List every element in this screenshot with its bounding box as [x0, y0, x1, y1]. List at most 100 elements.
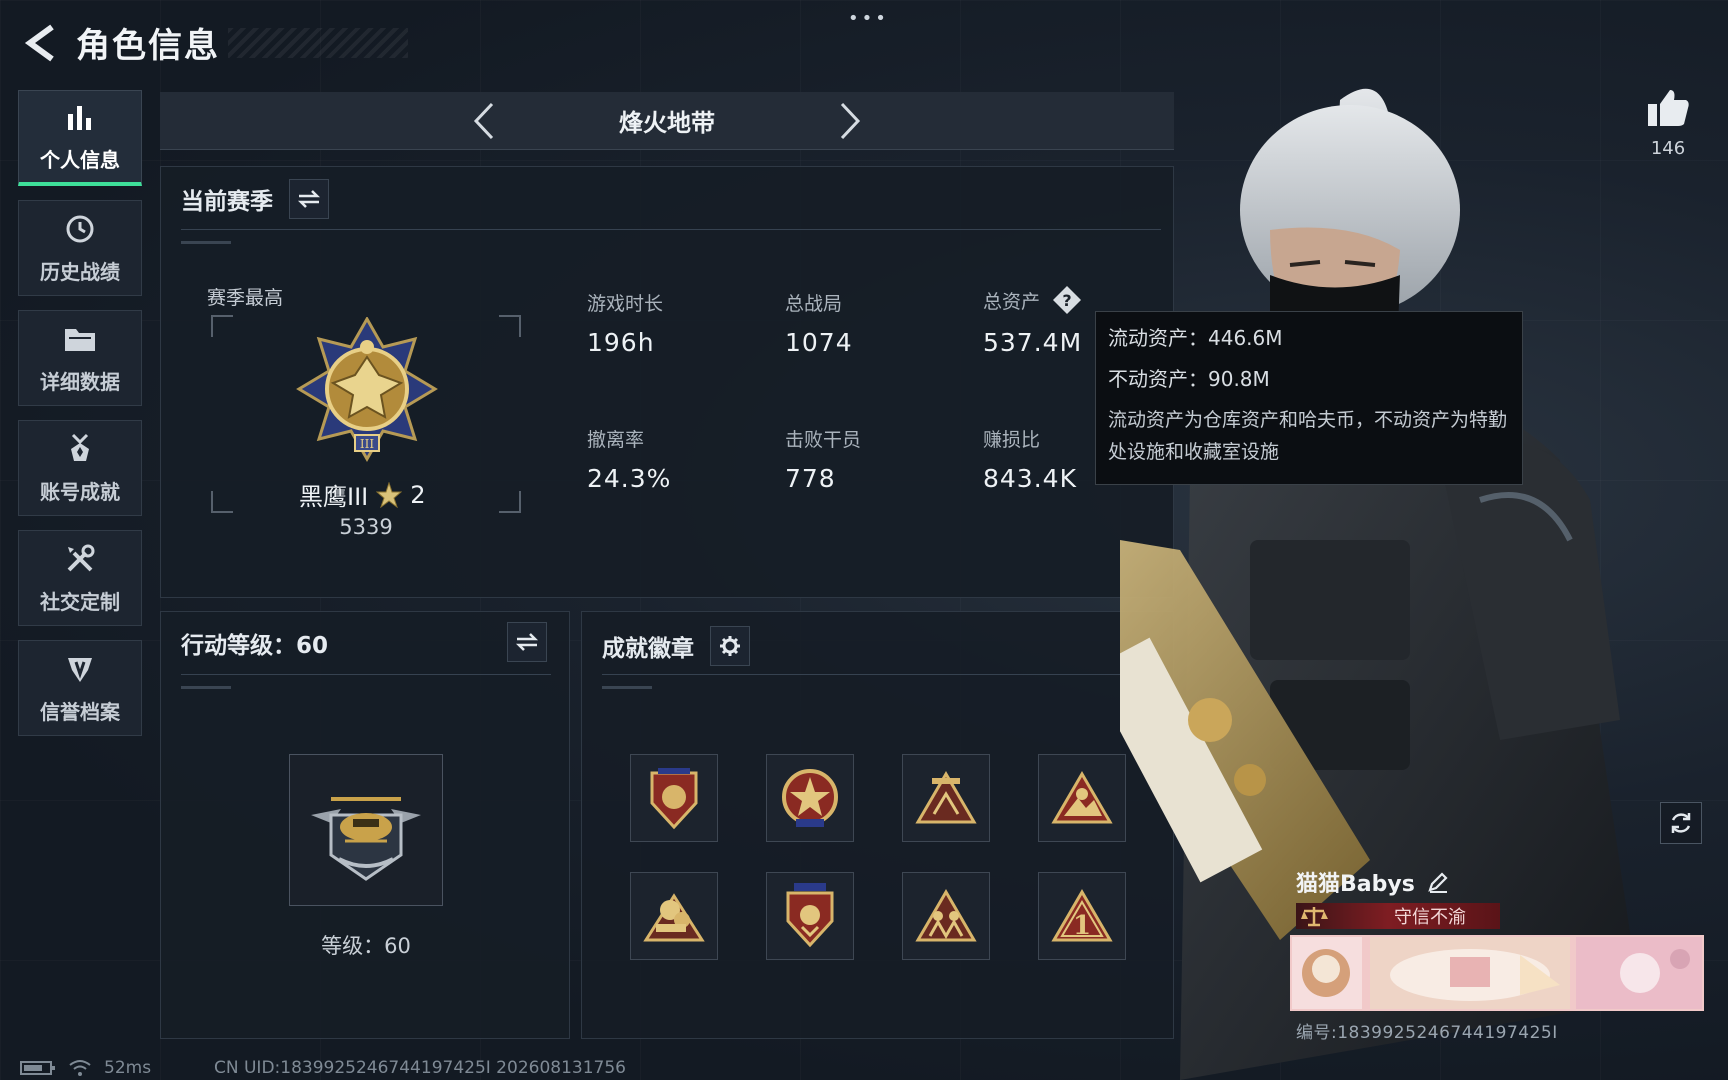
stat-value: 196h	[587, 328, 655, 357]
mode-name: 烽火地带	[619, 109, 715, 137]
sidebar-item-label: 信誉档案	[40, 699, 120, 724]
shield-badge-icon	[650, 768, 698, 830]
action-level-badge[interactable]	[289, 754, 443, 906]
player-title: 守信不渝	[1394, 907, 1466, 928]
stat-label: 赚损比	[983, 429, 1041, 451]
stat-operators-defeated: 击败干员 778	[785, 425, 861, 493]
ping: 52ms	[104, 1058, 152, 1078]
achievement-badge[interactable]	[766, 872, 854, 960]
stat-label: 总资产	[983, 291, 1041, 313]
action-level-title: 行动等级：60	[181, 633, 329, 659]
season-title: 当前赛季	[181, 189, 273, 215]
next-mode-button[interactable]	[835, 99, 865, 143]
achievement-badge[interactable]	[1038, 754, 1126, 842]
wifi-icon	[69, 1060, 91, 1076]
sidebar-item-account-achievements[interactable]: 账号成就	[18, 420, 142, 516]
squad-triangle-icon	[915, 889, 977, 942]
achievement-badge[interactable]: 1	[1038, 872, 1126, 960]
tools-icon	[63, 542, 97, 576]
medal-icon	[63, 432, 97, 466]
folder-icon	[63, 322, 97, 356]
page-header: 角色信息	[20, 18, 220, 67]
stat-label: 撤离率	[587, 429, 645, 451]
thumbs-up-icon	[1648, 90, 1689, 126]
achievement-header: 成就徽章	[602, 626, 750, 666]
stat-total-matches: 总战局 1074	[785, 289, 853, 357]
edit-pencil-icon[interactable]	[1427, 871, 1449, 893]
action-level-text: 等级：60	[321, 934, 411, 958]
sidebar-item-social-customize[interactable]: 社交定制	[18, 530, 142, 626]
footer-uid: CN UID:1839925246744197425I 202608131756	[214, 1058, 626, 1078]
achievement-settings-button[interactable]	[710, 626, 750, 666]
divider	[602, 674, 1155, 675]
rank-emblem-icon: III	[295, 315, 439, 471]
stat-label-row: 总资产 ?	[983, 285, 1082, 320]
action-level-header: 行动等级：60	[181, 626, 328, 660]
sidebar-item-history[interactable]: 历史战绩	[18, 200, 142, 296]
stat-label: 游戏时长	[587, 293, 664, 315]
swap-arrows-icon	[297, 190, 321, 208]
divider	[181, 674, 551, 675]
refresh-icon	[1671, 813, 1691, 833]
divider-tick	[181, 686, 231, 689]
star-icon	[376, 481, 403, 508]
achievement-title: 成就徽章	[602, 636, 694, 662]
sidebar: 个人信息 历史战绩 详细数据 账号成就 社交定制 信誉档案	[18, 90, 144, 750]
divider-tick	[181, 241, 231, 244]
tooltip-description: 流动资产为仓库资产和哈夫币，不动资产为特勤处设施和收藏室设施	[1108, 409, 1508, 463]
divider	[181, 229, 1161, 230]
back-button[interactable]	[20, 21, 60, 65]
rank-points: 5339	[339, 515, 393, 539]
help-icon[interactable]: ?	[1052, 285, 1082, 320]
chevron-right-icon	[840, 102, 861, 139]
star-emblem-icon	[782, 769, 838, 827]
achievement-grid: 1	[630, 754, 1126, 960]
camp-triangle-icon	[915, 771, 977, 824]
chevron-left-icon	[473, 102, 494, 139]
achievement-badge[interactable]	[902, 754, 990, 842]
back-arrow-icon	[24, 24, 54, 61]
season-switch-button[interactable]	[289, 179, 329, 219]
battery-icon	[20, 1061, 55, 1075]
status-bar: 52ms	[20, 1058, 151, 1078]
stat-total-assets: 总资产 ? 537.4M	[983, 285, 1082, 357]
sidebar-item-personal-info[interactable]: 个人信息	[18, 90, 142, 186]
stat-value: 537.4M	[983, 328, 1083, 357]
player-name-row: 猫猫Babys	[1296, 866, 1449, 898]
shield-badge-icon	[63, 652, 97, 686]
action-level-panel: 行动等级：60 等级：60	[160, 611, 570, 1039]
season-panel: 当前赛季 赛季最高 III 黑鹰III 2 5339 游戏时长 196h 总战局	[160, 166, 1174, 598]
tooltip-liquid-assets: 流动资产：446.6M	[1108, 326, 1283, 350]
player-title-badge: 守信不渝	[1296, 903, 1500, 929]
mountain-triangle-icon	[1051, 771, 1113, 824]
achievement-badge[interactable]	[630, 872, 718, 960]
prev-mode-button[interactable]	[469, 99, 499, 143]
stat-play-time: 游戏时长 196h	[587, 289, 663, 357]
more-dots-icon[interactable]: •••	[848, 8, 889, 29]
bar-chart-icon	[63, 100, 97, 134]
season-header: 当前赛季	[181, 179, 329, 219]
like-count: 146	[1650, 138, 1686, 159]
achievement-badge[interactable]	[902, 872, 990, 960]
rotate-model-button[interactable]	[1660, 802, 1702, 844]
player-uid: 编号:1839925246744197425I	[1296, 1023, 1558, 1043]
sidebar-item-label: 个人信息	[40, 148, 120, 172]
achievement-panel: 成就徽章 1	[581, 611, 1174, 1039]
sidebar-item-credit-profile[interactable]: 信誉档案	[18, 640, 142, 736]
achievement-badge[interactable]	[766, 754, 854, 842]
player-card-banner[interactable]	[1290, 935, 1704, 1011]
sidebar-item-detailed-data[interactable]: 详细数据	[18, 310, 142, 406]
like-button[interactable]: 146	[1640, 88, 1696, 159]
action-level-switch-button[interactable]	[507, 622, 547, 662]
rank-name-row: 黑鹰III 2	[299, 477, 549, 512]
scales-icon	[1296, 903, 1332, 929]
assets-tooltip: 流动资产：446.6M 不动资产：90.8M 流动资产为仓库资产和哈夫币，不动资…	[1095, 311, 1523, 485]
achievement-badge[interactable]	[630, 754, 718, 842]
divider-tick	[602, 686, 652, 689]
rank-name: 黑鹰III	[299, 483, 369, 511]
stat-value: 1074	[785, 328, 853, 357]
character-model	[1000, 80, 1680, 1080]
stat-label: 总战局	[785, 293, 843, 315]
page-title: 角色信息	[76, 26, 220, 66]
crest-badge-icon	[786, 883, 834, 948]
